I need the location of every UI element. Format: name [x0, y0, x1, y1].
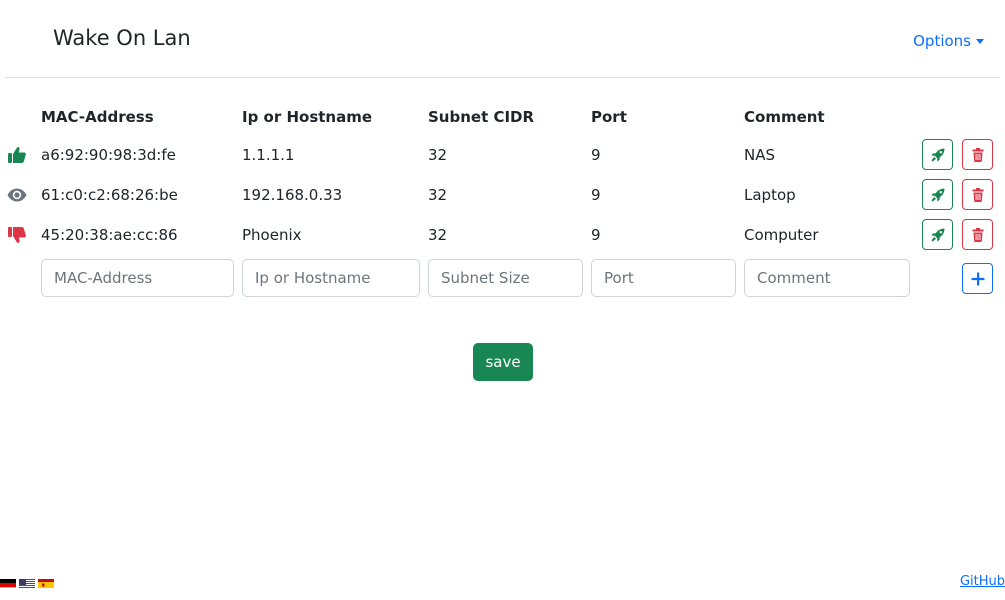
header-port: Port — [591, 108, 627, 126]
comment-cell: NAS — [744, 146, 776, 164]
delete-button[interactable] — [962, 219, 993, 250]
mac-cell: 45:20:38:ae:cc:86 — [41, 226, 178, 244]
comment-cell: Computer — [744, 226, 819, 244]
rocket-icon — [931, 148, 944, 161]
table-row: 45:20:38:ae:cc:86 Phoenix 32 9 Computer — [0, 215, 1005, 255]
github-link[interactable]: GitHub — [960, 574, 1005, 589]
port-input[interactable] — [591, 259, 736, 297]
ip-cell: 1.1.1.1 — [242, 146, 295, 164]
rocket-icon — [931, 188, 944, 201]
delete-button[interactable] — [962, 179, 993, 210]
save-button[interactable]: save — [473, 343, 533, 381]
trash-icon — [972, 187, 983, 202]
port-cell: 9 — [591, 226, 601, 244]
comment-cell: Laptop — [744, 186, 796, 204]
options-label: Options — [913, 32, 971, 50]
wake-button[interactable] — [922, 219, 953, 250]
ip-cell: 192.168.0.33 — [242, 186, 343, 204]
mac-cell: 61:c0:c2:68:26:be — [41, 186, 178, 204]
navbar-divider — [5, 77, 1000, 78]
header-cidr: Subnet CIDR — [428, 108, 535, 126]
us-flag-icon[interactable] — [19, 576, 35, 588]
spanish-flag-icon[interactable] — [38, 576, 54, 588]
navbar: Wake On Lan Options — [0, 0, 1005, 78]
wake-button[interactable] — [922, 179, 953, 210]
delete-button[interactable] — [962, 139, 993, 170]
eye-icon — [7, 186, 27, 204]
app-title: Wake On Lan — [53, 26, 191, 50]
trash-icon — [972, 227, 983, 242]
comment-input[interactable] — [744, 259, 910, 297]
plus-icon — [971, 272, 984, 285]
header-ip: Ip or Hostname — [242, 108, 373, 126]
ip-input[interactable] — [242, 259, 420, 297]
cidr-cell: 32 — [428, 146, 448, 164]
language-switcher — [0, 576, 54, 588]
header-mac: MAC-Address — [41, 108, 154, 126]
port-cell: 9 — [591, 146, 601, 164]
subnet-input[interactable] — [428, 259, 583, 297]
caret-down-icon — [976, 38, 984, 44]
table-row: 61:c0:c2:68:26:be 192.168.0.33 32 9 Lapt… — [0, 175, 1005, 215]
trash-icon — [972, 147, 983, 162]
header-comment: Comment — [744, 108, 825, 126]
rocket-icon — [931, 228, 944, 241]
mac-input[interactable] — [41, 259, 234, 297]
cidr-cell: 32 — [428, 186, 448, 204]
german-flag-icon[interactable] — [0, 576, 16, 588]
add-button[interactable] — [962, 263, 993, 294]
thumbs-down-icon — [7, 226, 27, 244]
cidr-cell: 32 — [428, 226, 448, 244]
mac-cell: a6:92:90:98:3d:fe — [41, 146, 176, 164]
thumbs-up-icon — [7, 146, 27, 164]
table-row: a6:92:90:98:3d:fe 1.1.1.1 32 9 NAS — [0, 135, 1005, 175]
port-cell: 9 — [591, 186, 601, 204]
ip-cell: Phoenix — [242, 226, 302, 244]
options-dropdown[interactable]: Options — [913, 32, 984, 50]
wake-button[interactable] — [922, 139, 953, 170]
